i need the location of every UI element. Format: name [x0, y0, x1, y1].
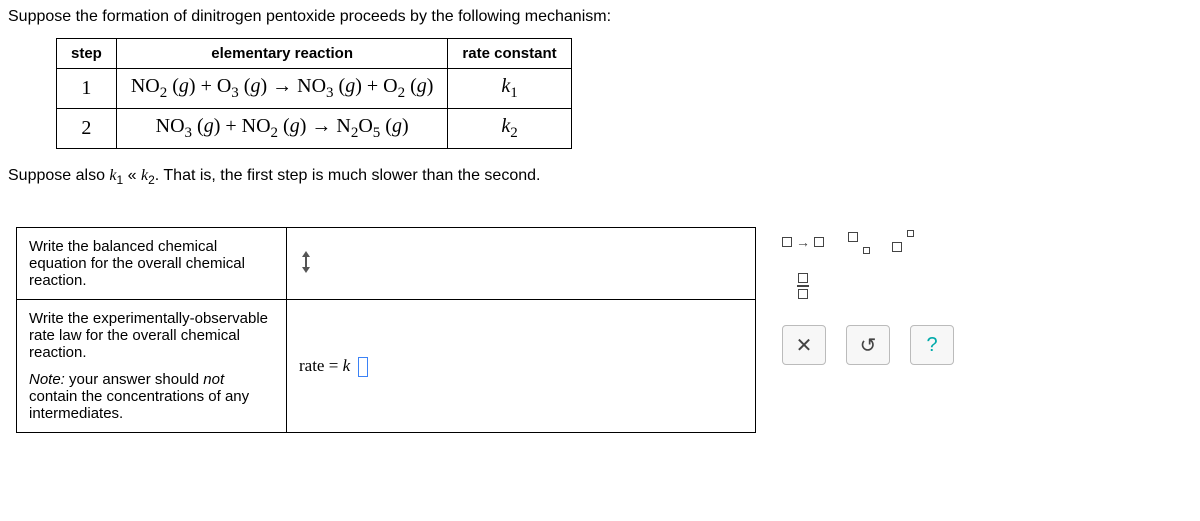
square-icon	[798, 289, 808, 299]
bar-icon	[797, 285, 809, 287]
input-overall-equation-cell	[287, 228, 756, 300]
fraction-button[interactable]	[782, 271, 824, 301]
mechanism-table: step elementary reaction rate constant 1…	[56, 38, 572, 149]
subscript-button[interactable]	[848, 232, 868, 252]
step-2: 2	[57, 109, 117, 149]
suppose-condition: Suppose also k1 « k2. That is, the first…	[8, 167, 1200, 187]
yields-button[interactable]: →	[782, 227, 824, 257]
prompt-rate-law-main: Write the experimentally-observable rate…	[29, 310, 274, 361]
rateconst-2: k2	[448, 109, 571, 149]
reaction-1: NO2 (g) + O3 (g) → NO3 (g) + O2 (g)	[116, 69, 448, 109]
help-button[interactable]: ?	[910, 325, 954, 365]
rateconst-1: k1	[448, 69, 571, 109]
rate-equals-k: rate = k	[299, 356, 350, 375]
square-icon	[863, 247, 870, 254]
input-rate-law-cell: rate = k	[287, 300, 756, 433]
col-reaction: elementary reaction	[116, 39, 448, 69]
square-icon	[848, 232, 858, 242]
prompt-rate-law-note: Note: your answer should not contain the…	[29, 371, 274, 422]
arrow-dots-icon[interactable]	[299, 251, 313, 273]
prompt-overall-equation: Write the balanced chemical equation for…	[17, 228, 287, 300]
rate-law-input[interactable]	[358, 357, 368, 377]
step-1: 1	[57, 69, 117, 109]
square-icon	[782, 237, 792, 247]
clear-button[interactable]: ✕	[782, 325, 826, 365]
square-icon	[814, 237, 824, 247]
answer-table: Write the balanced chemical equation for…	[16, 227, 756, 433]
square-icon	[907, 230, 914, 237]
toolbar: → ✕ ↺ ?	[782, 227, 957, 365]
square-icon	[892, 242, 902, 252]
superscript-button[interactable]	[892, 232, 912, 252]
col-rateconst: rate constant	[448, 39, 571, 69]
square-icon	[798, 273, 808, 283]
prompt-rate-law: Write the experimentally-observable rate…	[17, 300, 287, 433]
intro-text: Suppose the formation of dinitrogen pent…	[8, 8, 1200, 26]
arrow-icon: →	[796, 234, 810, 250]
reaction-2: NO3 (g) + NO2 (g) → N2O5 (g)	[116, 109, 448, 149]
reset-button[interactable]: ↺	[846, 325, 890, 365]
col-step: step	[57, 39, 117, 69]
